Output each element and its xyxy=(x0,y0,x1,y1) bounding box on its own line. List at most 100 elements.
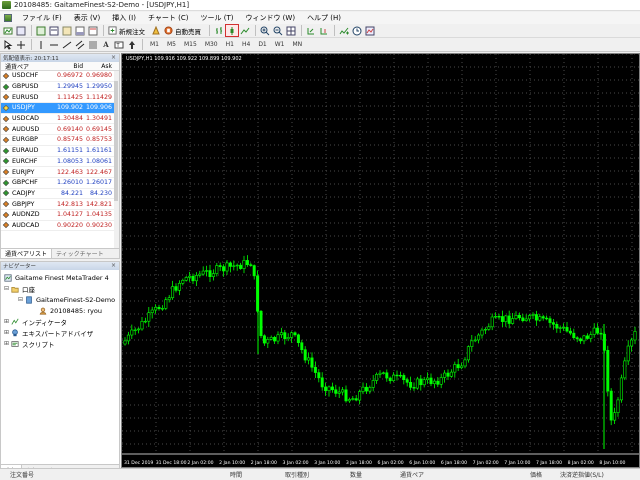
expand-icon[interactable]: ⊞ xyxy=(4,318,10,325)
terminal-column-header[interactable]: 決済逆指値(S/L) xyxy=(560,470,604,479)
price-chart[interactable]: 31 Dec 2019 31 Dec 18:00 2 Jan 02:00 2 Jan … xyxy=(122,54,639,467)
menu-tools[interactable]: ツール (T) xyxy=(194,13,239,23)
candle-body xyxy=(551,322,555,325)
terminal-column-header[interactable]: 注文番号 xyxy=(10,470,34,479)
expand-icon[interactable]: ⊞ xyxy=(4,340,10,347)
nav-server[interactable]: ⊟ GaitameFinest-S2-Demo xyxy=(1,294,119,305)
horizontal-line-button[interactable] xyxy=(48,39,60,50)
data-window-button[interactable] xyxy=(48,25,60,36)
terminal-column-header[interactable]: 時間 xyxy=(230,470,242,479)
templates-button[interactable] xyxy=(364,25,376,36)
market-watch-row[interactable]: GBPCHF 1.26010 1.26017 xyxy=(1,178,119,189)
market-watch-row[interactable]: AUDCAD 0.90220 0.90230 xyxy=(1,221,119,232)
new-order-button[interactable]: 新規注文 xyxy=(107,25,148,36)
tester-button[interactable] xyxy=(87,25,99,36)
menu-insert[interactable]: 挿入 (I) xyxy=(106,13,142,23)
periods-button[interactable] xyxy=(351,25,363,36)
market-watch-row[interactable]: AUDUSD 0.69140 0.69145 xyxy=(1,124,119,136)
market-watch-row[interactable]: USDCAD 1.30484 1.30491 xyxy=(1,114,119,125)
timeframe-m15[interactable]: M15 xyxy=(180,39,201,50)
timeframe-w1[interactable]: W1 xyxy=(271,39,289,50)
metaeditor-button[interactable] xyxy=(150,25,162,36)
line-chart-button[interactable] xyxy=(239,25,251,36)
candle-body xyxy=(511,318,515,324)
market-watch-row[interactable]: EURUSD 1.11425 1.11429 xyxy=(1,92,119,104)
terminal-column-header[interactable]: 取引種別 xyxy=(285,470,309,479)
indicators-button[interactable] xyxy=(338,25,350,36)
tab-symbols[interactable]: 通貨ペアリスト xyxy=(1,249,53,258)
market-watch-row[interactable]: EURJPY 122.463 122.467 xyxy=(1,167,119,178)
column-bid[interactable]: Bid xyxy=(57,62,86,70)
chart-window-icon[interactable] xyxy=(4,14,12,22)
terminal-column-header[interactable]: 通貨ペア xyxy=(400,470,424,479)
column-symbol[interactable]: 通貨ペア xyxy=(1,62,57,71)
candle-body xyxy=(517,314,521,319)
timeframe-m5[interactable]: M5 xyxy=(163,39,180,50)
market-watch-row[interactable]: AUDNZD 1.04127 1.04135 xyxy=(1,210,119,221)
nav-scripts[interactable]: ⊞ スクリプト xyxy=(1,338,119,349)
market-watch-row[interactable]: USDCHF 0.96972 0.96980 xyxy=(1,71,119,82)
timeframe-h1[interactable]: H1 xyxy=(222,39,238,50)
menu-help[interactable]: ヘルプ (H) xyxy=(301,13,347,23)
tile-windows-button[interactable] xyxy=(285,25,297,36)
candlestick-button[interactable] xyxy=(225,24,239,37)
terminal-column-header[interactable]: 価格 xyxy=(530,470,542,479)
candle-body xyxy=(470,340,474,347)
close-icon[interactable]: × xyxy=(111,54,116,61)
fibonacci-button[interactable] xyxy=(87,39,99,50)
market-watch-row[interactable]: GBPJPY 142.813 142.821 xyxy=(1,199,119,210)
menu-file[interactable]: ファイル (F) xyxy=(16,13,68,23)
zoom-out-button[interactable] xyxy=(272,25,284,36)
tab-tick-chart[interactable]: ティックチャート xyxy=(52,249,108,258)
auto-scroll-button[interactable] xyxy=(305,25,317,36)
menu-window[interactable]: ウィンドウ (W) xyxy=(239,13,301,23)
candle-body xyxy=(225,262,229,272)
collapse-icon[interactable]: ⊟ xyxy=(18,296,24,303)
market-watch-row[interactable]: USDJPY 109.902 109.906 xyxy=(1,103,119,114)
text-tool-button[interactable]: A xyxy=(100,39,112,50)
timeframe-d1[interactable]: D1 xyxy=(254,39,270,50)
market-watch-row[interactable]: EURCHF 1.08053 1.08061 xyxy=(1,157,119,168)
auto-trade-button[interactable]: 自動売買 xyxy=(163,25,204,36)
market-watch-row[interactable]: GBPUSD 1.29945 1.29950 xyxy=(1,82,119,93)
zoom-in-button[interactable] xyxy=(259,25,271,36)
nav-accounts[interactable]: ⊟ 口座 xyxy=(1,283,119,294)
cursor-tool-button[interactable] xyxy=(2,39,14,50)
market-watch-row[interactable]: CADJPY 84.221 84.230 xyxy=(1,189,119,200)
vertical-line-button[interactable] xyxy=(35,39,47,50)
timeframe-mn[interactable]: MN xyxy=(289,39,307,50)
equidistant-channel-button[interactable] xyxy=(74,39,86,50)
profiles-button[interactable] xyxy=(15,25,27,36)
menu-chart[interactable]: チャート (C) xyxy=(142,13,195,23)
menu-view[interactable]: 表示 (V) xyxy=(68,13,106,23)
timeframe-h4[interactable]: H4 xyxy=(238,39,254,50)
chart-shift-button[interactable] xyxy=(318,25,330,36)
arrows-tool-button[interactable] xyxy=(126,39,138,50)
market-watch-row[interactable]: EURAUD 1.61151 1.61161 xyxy=(1,146,119,157)
expand-icon[interactable]: ⊞ xyxy=(4,329,10,336)
candle-body xyxy=(531,314,535,316)
nav-experts[interactable]: ⊞ エキスパートアドバイザ xyxy=(1,327,119,338)
market-watch-row[interactable]: EURGBP 0.85745 0.85753 xyxy=(1,135,119,146)
market-watch-scrollbar[interactable] xyxy=(114,71,119,249)
terminal-button[interactable] xyxy=(74,25,86,36)
nav-root[interactable]: Gaitame Finest MetaTrader 4 xyxy=(1,272,119,283)
close-icon[interactable]: × xyxy=(111,262,116,269)
bar-chart-button[interactable] xyxy=(213,25,225,36)
crosshair-tool-button[interactable] xyxy=(15,39,27,50)
ask-cell: 0.90230 xyxy=(86,221,113,229)
nav-account[interactable]: 20108485: ryou xyxy=(1,305,119,316)
nav-indicators[interactable]: ⊞ インディケータ xyxy=(1,316,119,327)
column-ask[interactable]: Ask xyxy=(86,62,115,70)
label-tool-button[interactable]: T xyxy=(113,39,125,50)
chart-window[interactable]: 31 Dec 2019 31 Dec 18:00 2 Jan 02:00 2 Jan … xyxy=(121,53,640,468)
timeframe-m1[interactable]: M1 xyxy=(146,39,163,50)
trendline-button[interactable] xyxy=(61,39,73,50)
market-watch-button[interactable] xyxy=(35,25,47,36)
timeframe-m30[interactable]: M30 xyxy=(201,39,222,50)
scrollbar-thumb[interactable] xyxy=(114,81,118,201)
navigator-button[interactable] xyxy=(61,25,73,36)
terminal-column-header[interactable]: 数量 xyxy=(350,470,362,479)
collapse-icon[interactable]: ⊟ xyxy=(4,285,10,292)
new-chart-button[interactable] xyxy=(2,25,14,36)
